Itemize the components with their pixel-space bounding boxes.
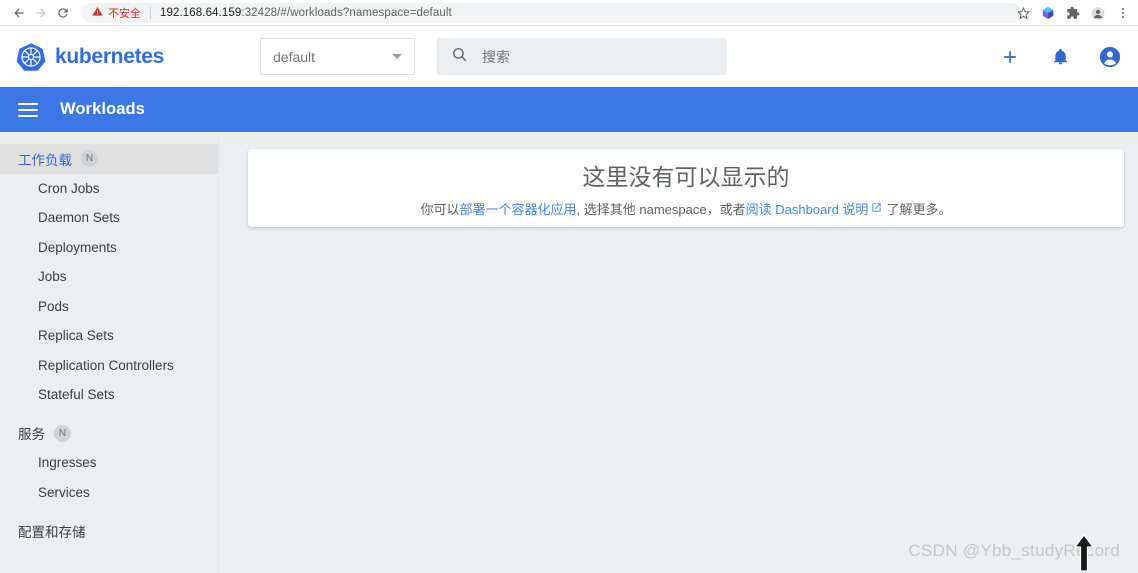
reload-icon[interactable]: [52, 2, 74, 24]
browser-action-icons: [1016, 0, 1130, 26]
puzzle-extension-icon[interactable]: [1066, 6, 1080, 20]
namespace-scope-badge: N: [54, 424, 71, 442]
subtitle-prefix: 你可以: [420, 202, 460, 217]
up-arrow-cursor: [1073, 534, 1095, 573]
empty-state-subtitle: 你可以 部署一个容器化应用 , 选择其他 namespace，或者 阅读 Das…: [421, 199, 952, 218]
url-path: :32428/#/workloads?namespace=default: [241, 6, 452, 19]
brand-logo-area[interactable]: kubernetes: [16, 42, 238, 72]
search-input[interactable]: 搜索: [437, 38, 727, 75]
profile-avatar-icon[interactable]: [1091, 6, 1105, 20]
notifications-button[interactable]: [1048, 45, 1072, 69]
url-text: 192.168.64.159:32428/#/workloads?namespa…: [160, 7, 452, 19]
chevron-down-icon: [392, 54, 402, 59]
sidebar-divider-1: [0, 410, 218, 419]
sidebar-item-pods[interactable]: Pods: [0, 292, 218, 322]
sidebar-nav: 工作负载 N Cron Jobs Daemon Sets Deployments…: [0, 132, 219, 573]
header-actions: [998, 26, 1122, 87]
kubernetes-helm-logo: [16, 42, 46, 72]
sidebar-section-workloads[interactable]: 工作负载 N: [0, 144, 218, 174]
address-bar[interactable]: 不安全 192.168.64.159:32428/#/workloads?nam…: [82, 2, 1022, 23]
sidebar-divider-2: [0, 507, 218, 516]
page-title: Workloads: [60, 100, 145, 118]
sidebar-item-replication-controllers[interactable]: Replication Controllers: [0, 351, 218, 381]
page-root: 不安全 192.168.64.159:32428/#/workloads?nam…: [0, 0, 1138, 573]
sidebar-section-label: 工作负载: [18, 152, 72, 168]
forward-arrow-icon[interactable]: [30, 2, 52, 24]
app-header: kubernetes default 搜索: [0, 26, 1138, 87]
sidebar-section-services[interactable]: 服务 N: [0, 419, 218, 449]
back-arrow-icon[interactable]: [8, 2, 30, 24]
sidebar-section-label: 配置和存储: [18, 524, 86, 540]
dashboard-docs-link[interactable]: 阅读 Dashboard 说明: [746, 199, 869, 218]
namespace-selector[interactable]: default: [260, 38, 415, 75]
search-icon: [451, 46, 468, 68]
external-link-icon: [871, 201, 882, 216]
sidebar-section-label: 服务: [18, 427, 45, 443]
extension-cube-icon[interactable]: [1041, 6, 1055, 20]
sidebar-item-ingresses[interactable]: Ingresses: [0, 448, 218, 478]
empty-state-title: 这里没有可以显示的: [582, 164, 790, 190]
browser-toolbar: 不安全 192.168.64.159:32428/#/workloads?nam…: [0, 0, 1138, 26]
search-placeholder: 搜索: [482, 48, 510, 65]
deploy-app-link[interactable]: 部署一个容器化应用: [460, 199, 577, 218]
create-button[interactable]: [998, 45, 1022, 69]
subtitle-suffix: 了解更多。: [886, 202, 952, 217]
hamburger-menu-icon[interactable]: [18, 102, 38, 117]
warning-triangle-icon: [92, 6, 103, 19]
omnibox-divider: [150, 6, 151, 19]
empty-state-card: 这里没有可以显示的 你可以 部署一个容器化应用 , 选择其他 namespace…: [248, 149, 1124, 227]
namespace-scope-badge: N: [81, 150, 98, 168]
sidebar-item-deployments[interactable]: Deployments: [0, 233, 218, 263]
url-host: 192.168.64.159: [160, 6, 242, 19]
star-icon[interactable]: [1016, 6, 1030, 20]
sidebar-item-jobs[interactable]: Jobs: [0, 262, 218, 292]
main-content: 这里没有可以显示的 你可以 部署一个容器化应用 , 选择其他 namespace…: [219, 132, 1138, 573]
namespace-value: default: [273, 48, 316, 65]
sidebar-section-config-storage[interactable]: 配置和存储: [0, 516, 218, 546]
sidebar-item-stateful-sets[interactable]: Stateful Sets: [0, 380, 218, 410]
sidebar-item-services[interactable]: Services: [0, 478, 218, 508]
content-shell: 工作负载 N Cron Jobs Daemon Sets Deployments…: [0, 132, 1138, 573]
three-dot-menu-icon[interactable]: [1116, 6, 1130, 20]
sidebar-item-replica-sets[interactable]: Replica Sets: [0, 321, 218, 351]
brand-name: kubernetes: [55, 44, 165, 68]
page-toolbar: Workloads: [0, 87, 1138, 132]
security-label: 不安全: [108, 7, 141, 20]
account-button[interactable]: [1098, 45, 1122, 69]
sidebar-item-daemon-sets[interactable]: Daemon Sets: [0, 203, 218, 233]
subtitle-middle: , 选择其他 namespace，或者: [576, 202, 746, 217]
sidebar-item-cron-jobs[interactable]: Cron Jobs: [0, 174, 218, 204]
